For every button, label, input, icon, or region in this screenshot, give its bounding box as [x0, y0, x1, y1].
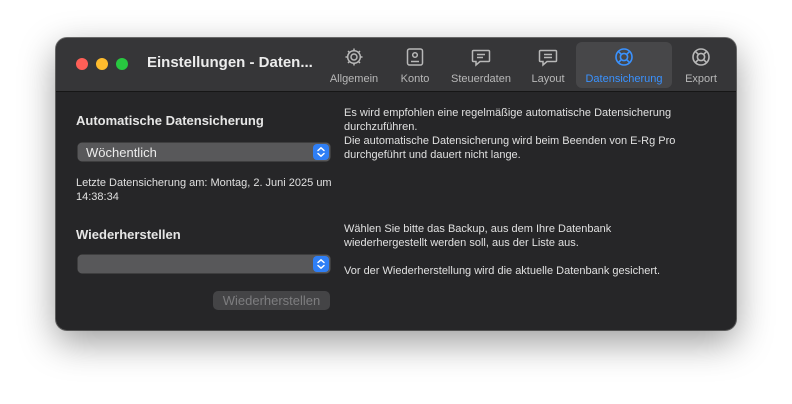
toolbar-label: Export [685, 73, 717, 85]
titlebar: Einstellungen - Daten... Allgemein Konto… [56, 38, 736, 92]
toolbar-tab-layout[interactable]: Layout [524, 42, 572, 88]
lifebuoy-icon [613, 46, 635, 68]
gear-icon [343, 46, 365, 68]
backup-info-line-2: Die automatische Datensicherung wird bei… [344, 135, 676, 161]
toolbar-tab-konto[interactable]: Konto [391, 42, 439, 88]
restore-button[interactable]: Wiederherstellen [213, 291, 330, 310]
lifebuoy-icon [690, 46, 712, 68]
chevron-up-down-icon [313, 144, 329, 160]
restore-info-text-2: Vor der Wiederherstellung wird die aktue… [344, 265, 661, 277]
account-card-icon [404, 46, 426, 68]
last-backup-text: Letzte Datensicherung am: Montag, 2. Jun… [76, 177, 332, 203]
minimize-button[interactable] [96, 58, 108, 70]
backup-list-select[interactable] [77, 254, 331, 274]
toolbar-label: Konto [400, 73, 430, 85]
toolbar-tab-export[interactable]: Export [678, 42, 724, 88]
close-button[interactable] [76, 58, 88, 70]
toolbar-tab-datensicherung[interactable]: Datensicherung [576, 42, 672, 88]
backup-panel: Automatische Datensicherung Wöchentlich … [56, 92, 736, 330]
window-title: Einstellungen - Daten... [147, 54, 313, 71]
speech-bubble-lines-icon [537, 46, 559, 68]
backup-section-title: Automatische Datensicherung [76, 113, 264, 128]
speech-bubble-icon [470, 46, 492, 68]
toolbar-tab-allgemein[interactable]: Allgemein [323, 42, 385, 88]
backup-frequency-value: Wöchentlich [86, 145, 157, 160]
toolbar-label: Layout [531, 73, 565, 85]
toolbar-tab-steuerdaten[interactable]: Steuerdaten [444, 42, 518, 88]
backup-info-line: Es wird empfohlen eine regelmäßige autom… [344, 107, 672, 133]
backup-frequency-select[interactable]: Wöchentlich [77, 142, 331, 162]
settings-window: Einstellungen - Daten... Allgemein Konto… [56, 38, 736, 330]
toolbar-label: Allgemein [329, 73, 379, 85]
toolbar-label: Steuerdaten [451, 73, 511, 85]
restore-info-text: Wählen Sie bitte das Backup, aus dem Ihr… [344, 223, 612, 249]
toolbar-label: Datensicherung [585, 73, 663, 85]
zoom-button[interactable] [116, 58, 128, 70]
chevron-up-down-icon [313, 256, 329, 272]
restore-section-title: Wiederherstellen [76, 227, 181, 242]
